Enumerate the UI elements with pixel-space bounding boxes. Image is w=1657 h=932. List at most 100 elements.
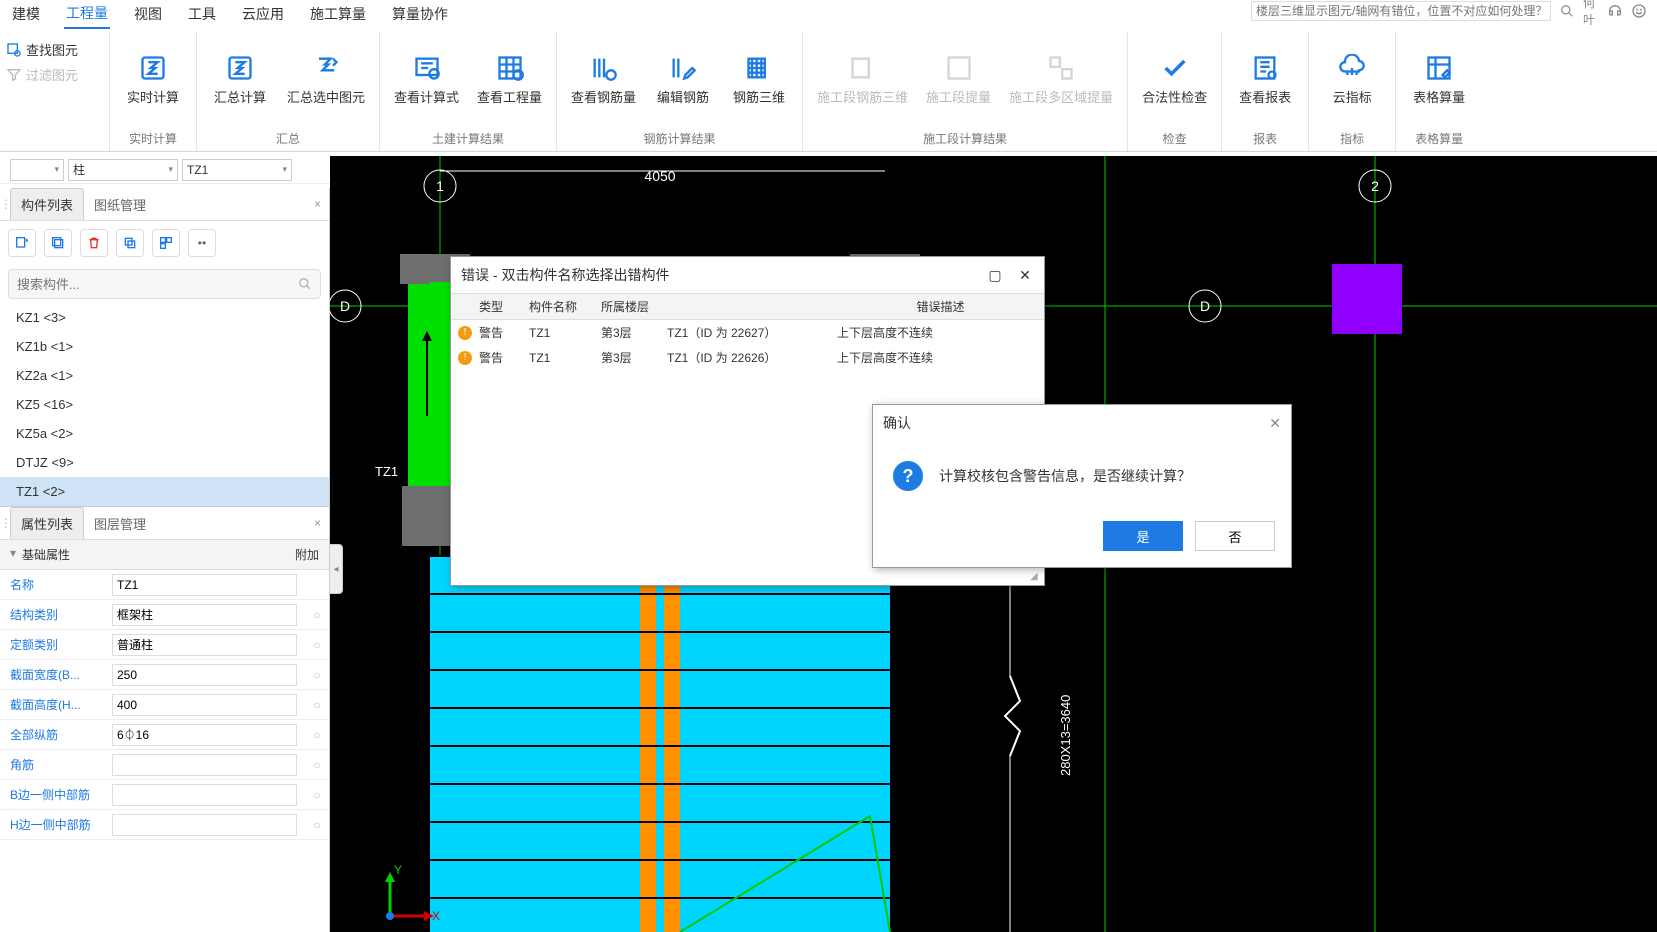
close-props-icon[interactable]: × — [314, 516, 321, 530]
list-item[interactable]: TZ1 <2> — [0, 477, 329, 506]
prop-input[interactable] — [112, 814, 297, 836]
duplicate-button[interactable] — [116, 229, 144, 257]
view-formula-button[interactable]: 查看计算式 — [394, 53, 459, 106]
component-search-input[interactable] — [17, 277, 298, 292]
edit-rebar-button[interactable]: 编辑钢筋 — [654, 53, 712, 106]
menu-item-quantity[interactable]: 工程量 — [64, 0, 110, 29]
error-row[interactable]: ! 警告TZ1第3层TZ1（ID 为 22626）上下层高度不连续 — [451, 345, 1044, 370]
menu-item-tools[interactable]: 工具 — [186, 0, 218, 28]
close-panel-icon[interactable]: × — [314, 197, 321, 211]
view-rebar-button[interactable]: 查看钢筋量 — [571, 53, 636, 106]
resize-handle-icon[interactable]: ◢ — [1030, 571, 1042, 583]
list-item[interactable]: KZ1b <1> — [0, 332, 329, 361]
confirm-title-bar[interactable]: 确认 ✕ — [873, 405, 1291, 441]
component-list: KZ1 <3> KZ1b <1> KZ2a <1> KZ5 <16> KZ5a … — [0, 303, 329, 506]
view-report-button[interactable]: 查看报表 — [1236, 53, 1294, 106]
prop-dot[interactable]: ○ — [305, 758, 329, 772]
prop-label: 角筋 — [0, 756, 112, 773]
prop-label: 全部纵筋 — [0, 726, 112, 743]
list-item[interactable]: DTJZ <9> — [0, 448, 329, 477]
ribbon-group-label: 汇总 — [197, 126, 379, 151]
prop-dot[interactable]: ○ — [305, 668, 329, 682]
ribbon-group-label: 表格算量 — [1396, 126, 1482, 151]
rebar-3d-button[interactable]: 钢筋三维 — [730, 53, 788, 106]
prop-append-label: 附加 — [295, 546, 319, 563]
cloud-index-button[interactable]: 云指标 — [1323, 53, 1381, 106]
prop-dot[interactable]: ○ — [305, 608, 329, 622]
tab-property-list[interactable]: 属性列表 — [10, 507, 84, 539]
menu-item-collab[interactable]: 算量协作 — [390, 0, 450, 28]
stage-quantity-button: 施工段提量 — [926, 53, 991, 106]
realtime-calc-button[interactable]: 实时计算 — [124, 53, 182, 106]
tab-layer-mgmt[interactable]: 图层管理 — [84, 508, 156, 539]
menu-item-cloud[interactable]: 云应用 — [240, 0, 286, 28]
menu-item-view[interactable]: 视图 — [132, 0, 164, 28]
delete-button[interactable] — [80, 229, 108, 257]
copy-button[interactable] — [44, 229, 72, 257]
error-row[interactable]: ! 警告TZ1第3层TZ1（ID 为 22627）上下层高度不连续 — [451, 320, 1044, 345]
prop-dot[interactable]: ○ — [305, 728, 329, 742]
tab-component-list[interactable]: 构件列表 — [10, 188, 84, 220]
ribbon: 查找图元 过滤图元 实时计算 实时计算 汇总计算 汇总选中图元 汇总 — [0, 32, 1657, 152]
summary-selected-button[interactable]: 汇总选中图元 — [287, 53, 365, 106]
yes-button[interactable]: 是 — [1103, 521, 1183, 551]
prop-section-label: 基础属性 — [22, 546, 70, 563]
validity-check-button[interactable]: 合法性检查 — [1142, 53, 1207, 106]
component-search[interactable] — [8, 269, 321, 299]
prop-input[interactable] — [112, 634, 297, 656]
prop-label: 截面高度(H... — [0, 696, 112, 713]
prop-dot[interactable]: ○ — [305, 638, 329, 652]
find-element-button[interactable]: 查找图元 — [6, 40, 103, 59]
filter-drop-3[interactable]: TZ1▾ — [182, 159, 292, 181]
prop-input[interactable] — [112, 754, 297, 776]
drag-handle-icon[interactable]: ⋮⋮ — [0, 516, 10, 530]
menu-item-construct[interactable]: 施工算量 — [308, 0, 368, 28]
col-desc: 错误描述 — [837, 298, 1044, 315]
ribbon-group-report: 查看报表 报表 — [1222, 32, 1309, 151]
list-item[interactable]: KZ5a <2> — [0, 419, 329, 448]
tab-drawing-mgmt[interactable]: 图纸管理 — [84, 189, 156, 220]
prop-input[interactable] — [112, 664, 297, 686]
filter-drop-2[interactable]: 柱▾ — [68, 159, 178, 181]
prop-dot[interactable]: ○ — [305, 788, 329, 802]
prop-dot[interactable]: ○ — [305, 818, 329, 832]
ribbon-side: 查找图元 过滤图元 — [0, 32, 110, 151]
maximize-icon[interactable]: ▢ — [986, 267, 1004, 284]
properties-panel: ⋮⋮ 属性列表 图层管理 × ▾ 基础属性 附加 名称 结构类别 ○定额类别 ○… — [0, 506, 329, 932]
list-item[interactable]: KZ2a <1> — [0, 361, 329, 390]
svg-text:Y: Y — [394, 863, 402, 877]
table-calc-button[interactable]: 表格算量 — [1410, 53, 1468, 106]
property-row: 定额类别 ○ — [0, 630, 329, 660]
ribbon-group-rebar: 查看钢筋量 编辑钢筋 钢筋三维 钢筋计算结果 — [557, 32, 803, 151]
new-button[interactable] — [8, 229, 36, 257]
confirm-dialog[interactable]: 确认 ✕ ? 计算校核包含警告信息，是否继续计算？ 是 否 — [872, 404, 1292, 568]
col-name: 构件名称 — [529, 298, 601, 315]
prop-section-basic[interactable]: ▾ 基础属性 附加 — [0, 540, 329, 570]
col-floor: 所属楼层 — [601, 298, 667, 315]
prop-input[interactable] — [112, 694, 297, 716]
list-item[interactable]: KZ5 <16> — [0, 390, 329, 419]
more-button[interactable]: •• — [188, 229, 216, 257]
confirm-title: 确认 — [883, 413, 911, 433]
ribbon-group-check: 合法性检查 检查 — [1128, 32, 1222, 151]
stage-rebar-3d-button: 施工段钢筋三维 — [817, 53, 908, 106]
prop-input[interactable] — [112, 604, 297, 626]
close-icon[interactable]: ✕ — [1016, 267, 1034, 284]
view-quantity-button[interactable]: 查看工程量 — [477, 53, 542, 106]
canvas[interactable]: ◂ 1 2 D D 4050 TZ1 — [330, 156, 1657, 932]
ribbon-group-label: 钢筋计算结果 — [557, 126, 802, 151]
prop-input[interactable] — [112, 574, 297, 596]
drag-handle-icon[interactable]: ⋮⋮ — [0, 197, 10, 211]
error-dialog-title-bar[interactable]: 错误 - 双击构件名称选择出错构件 ▢ ✕ — [451, 257, 1044, 293]
summary-calc-button[interactable]: 汇总计算 — [211, 53, 269, 106]
menu-item-model[interactable]: 建模 — [10, 0, 42, 28]
prop-dot[interactable]: ○ — [305, 698, 329, 712]
prop-input[interactable] — [112, 724, 297, 746]
list-item[interactable]: KZ1 <3> — [0, 303, 329, 332]
no-button[interactable]: 否 — [1195, 521, 1275, 551]
filter-drop-1[interactable]: ▾ — [10, 159, 64, 181]
layer-button[interactable] — [152, 229, 180, 257]
prop-input[interactable] — [112, 784, 297, 806]
collapse-icon[interactable]: ▾ — [10, 546, 16, 563]
close-icon[interactable]: ✕ — [1269, 415, 1281, 432]
